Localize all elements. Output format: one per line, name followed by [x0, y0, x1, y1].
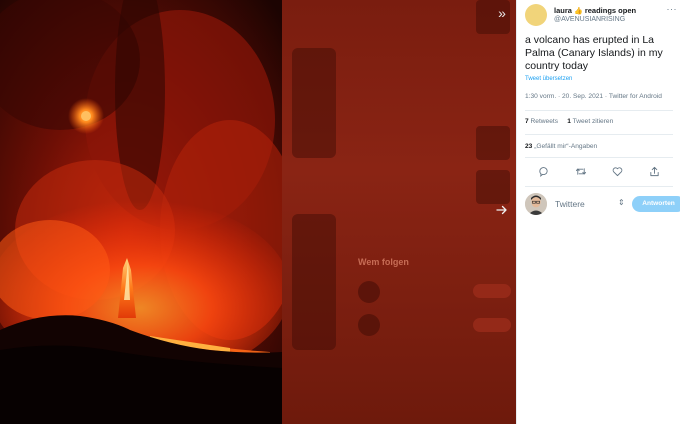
like-button[interactable] [610, 163, 626, 179]
tweet-stats: 7 Retweets 1 Tweet zitieren [525, 118, 613, 125]
dimmed-background-page: Wem folgen [282, 0, 516, 424]
volcano-photo [0, 0, 282, 424]
likes-count: 23 [525, 143, 533, 150]
user-avatar-image [525, 193, 547, 215]
ghost-follow-button [473, 284, 511, 298]
tweet-author: laura 👍 readings open @AVENUSIANRISING ·… [525, 4, 677, 28]
reply-input[interactable] [555, 197, 613, 211]
arrow-right-icon [496, 205, 507, 215]
chevron-updown-icon[interactable]: ⇕ [618, 198, 625, 207]
share-button[interactable] [647, 163, 663, 179]
double-chevron-right-icon: » [498, 5, 506, 21]
ghost-thumbnail [476, 126, 510, 160]
retweet-icon [575, 167, 586, 175]
divider [525, 134, 673, 135]
collapse-panel-button[interactable]: » [492, 4, 512, 22]
author-handle[interactable]: @AVENUSIANRISING [554, 16, 625, 23]
heart-icon [612, 166, 623, 176]
reply-bubble-icon [539, 166, 548, 177]
more-options-icon[interactable]: ··· [667, 4, 678, 14]
divider [525, 186, 673, 187]
author-emoji: 👍 [574, 8, 583, 15]
author-avatar[interactable] [525, 4, 547, 26]
retweet-button[interactable] [573, 163, 589, 179]
author-display-name: laura [554, 6, 572, 15]
reply-submit-button[interactable]: Antworten [632, 196, 680, 212]
retweets-label: Retweets [530, 118, 559, 125]
retweets-stat[interactable]: 7 Retweets [525, 118, 558, 125]
ghost-media-block [292, 48, 336, 158]
tweet-timestamp[interactable]: 1:30 vorm. · 20. Sep. 2021 · Twitter for… [525, 93, 662, 100]
quotes-count: 1 [567, 118, 571, 125]
reply-button[interactable] [536, 163, 552, 179]
tweet-text: a volcano has erupted in La Palma (Canar… [525, 34, 663, 72]
next-media-button[interactable] [492, 201, 512, 221]
share-icon [650, 166, 659, 176]
retweets-count: 7 [525, 118, 529, 125]
who-to-follow-heading: Wem folgen [358, 257, 409, 267]
likes-label: „Gefällt mir“-Angaben [534, 143, 598, 150]
ghost-avatar [358, 314, 380, 336]
ghost-thumbnail [476, 170, 510, 204]
divider [525, 157, 673, 158]
author-name[interactable]: laura 👍 readings open [554, 6, 636, 15]
divider [525, 110, 673, 111]
tweet-panel: laura 👍 readings open @AVENUSIANRISING ·… [516, 0, 680, 424]
user-avatar[interactable] [525, 193, 547, 215]
author-status: readings open [584, 6, 637, 15]
reply-composer: ⇕ Antworten [525, 191, 680, 217]
likes-stat[interactable]: 23 „Gefällt mir“-Angaben [525, 143, 597, 150]
translate-tweet-link[interactable]: Tweet übersetzen [525, 76, 572, 82]
ghost-media-block [292, 214, 336, 350]
media-viewer: Wem folgen » [0, 0, 516, 424]
quotes-label: Tweet zitieren [572, 118, 614, 125]
tweet-actions [525, 163, 673, 179]
ghost-follow-button [473, 318, 511, 332]
ghost-avatar [358, 281, 380, 303]
quotes-stat[interactable]: 1 Tweet zitieren [567, 118, 613, 125]
